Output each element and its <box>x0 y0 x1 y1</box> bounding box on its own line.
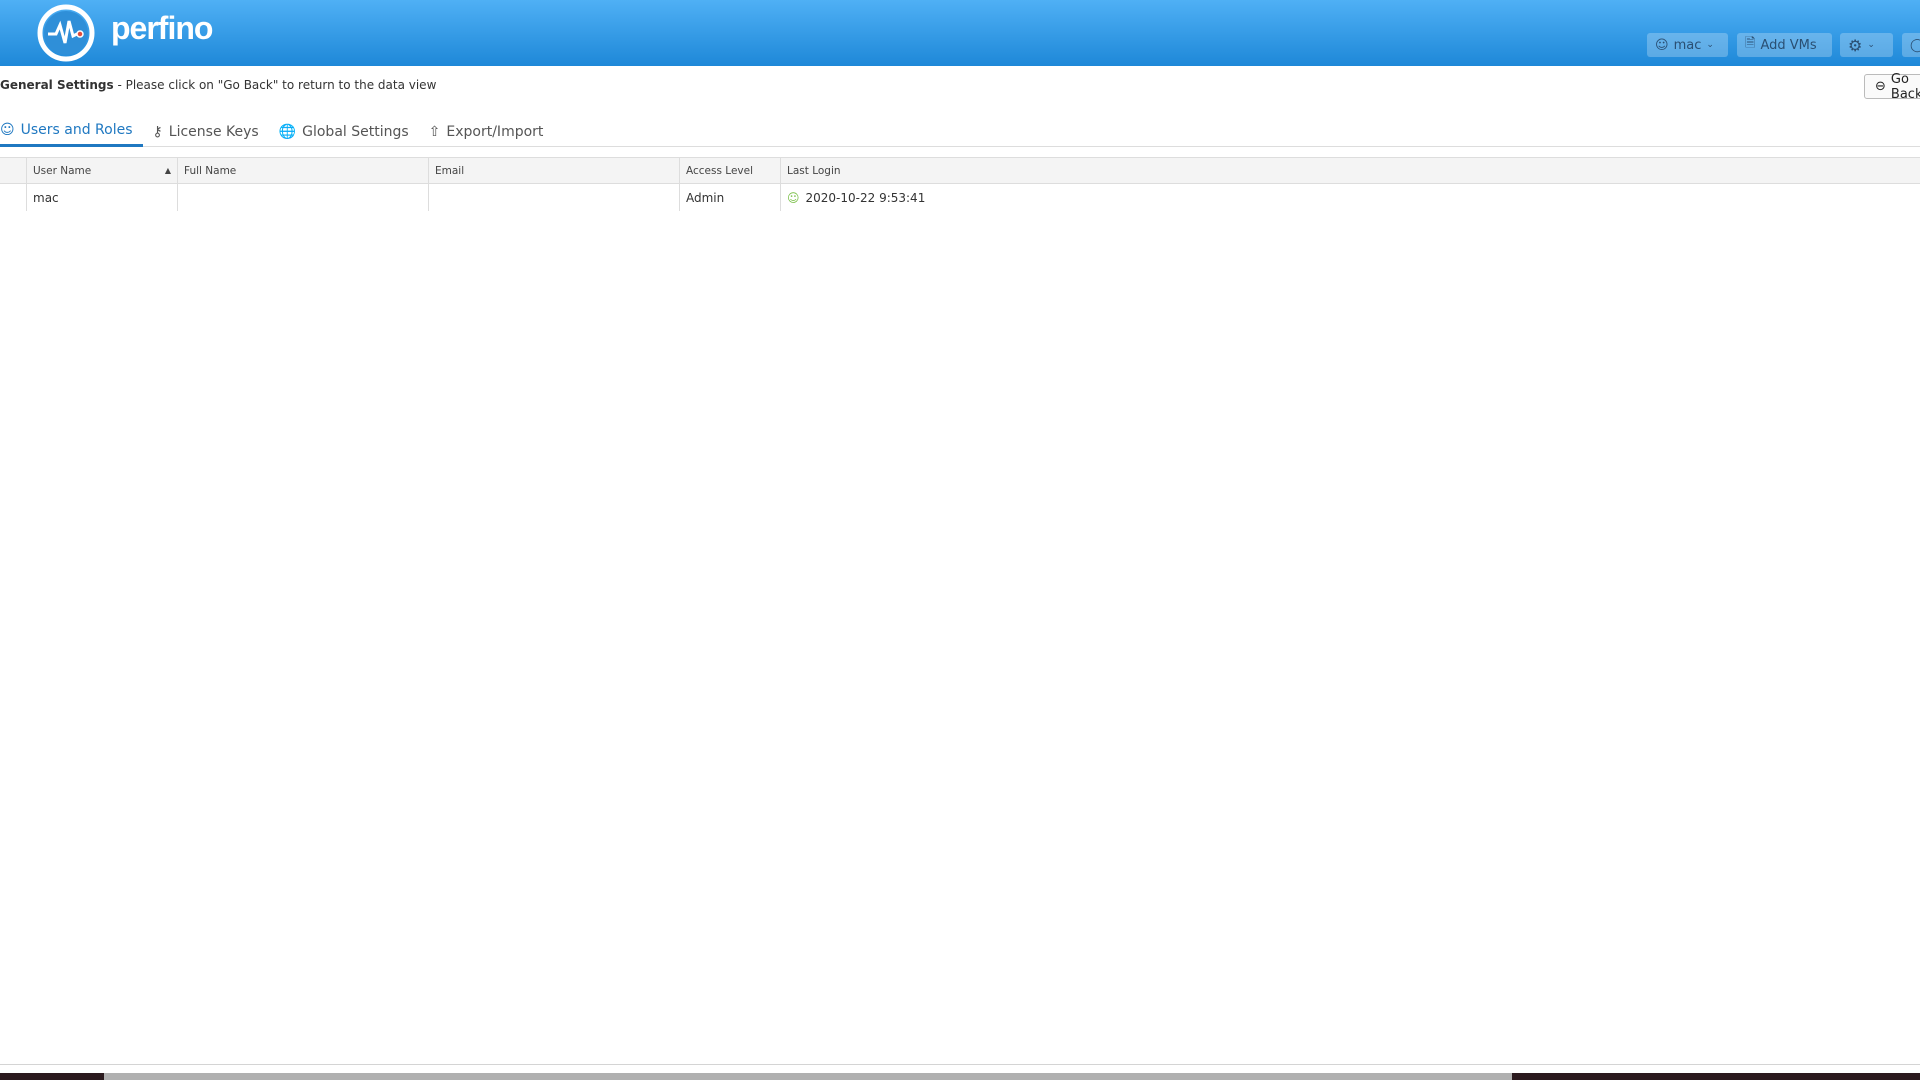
tab-export-import[interactable]: ⇧ Export/Import <box>419 116 554 147</box>
back-arrow-icon: ⊖ <box>1875 79 1886 94</box>
add-vms-button[interactable]: 🗎 Add VMs <box>1737 33 1832 57</box>
cell-email <box>429 184 680 211</box>
column-header-last-login[interactable]: Last Login <box>781 158 1920 183</box>
go-back-label: Go Back <box>1890 71 1920 102</box>
row-selector-header <box>0 158 27 183</box>
tab-license-keys[interactable]: ⚷ License Keys <box>143 116 269 147</box>
help-button[interactable]: ◯ <box>1902 33 1920 57</box>
column-label: User Name <box>33 164 92 177</box>
table-row[interactable]: mac Admin ☺ 2020-10-22 9:53:41 <box>0 184 1920 211</box>
column-header-full-name[interactable]: Full Name <box>178 158 429 183</box>
footer-divider <box>0 1064 1920 1065</box>
cell-full-name <box>178 184 429 211</box>
row-selector[interactable] <box>0 184 27 211</box>
key-icon: ⚷ <box>152 123 163 140</box>
table-header: User Name ▲ Full Name Email Access Level … <box>0 157 1920 184</box>
tab-label: Users and Roles <box>20 122 133 138</box>
settings-menu-button[interactable]: ⚙ ⌄ <box>1840 33 1893 57</box>
export-icon: ⇧ <box>428 123 441 140</box>
sort-ascending-icon: ▲ <box>164 166 171 175</box>
horizontal-scrollbar[interactable] <box>104 1073 1512 1080</box>
instruction-text: - Please click on "Go Back" to return to… <box>113 78 437 92</box>
tab-label: License Keys <box>168 123 259 140</box>
perfino-logo-icon <box>37 4 95 62</box>
user-icon: ☺ <box>0 122 15 138</box>
page-subheader: General Settings - Please click on "Go B… <box>0 78 436 92</box>
top-bar: perfino ☺ mac ⌄ 🗎 Add VMs ⚙ ⌄ ◯ <box>0 0 1920 66</box>
brand-name: perfino <box>111 10 213 46</box>
settings-tabs: ☺ Users and Roles ⚷ License Keys 🌐 Global S… <box>0 116 1920 147</box>
cell-access-level: Admin <box>680 184 781 211</box>
tab-users-and-roles[interactable]: ☺ Users and Roles <box>0 116 143 147</box>
users-table: User Name ▲ Full Name Email Access Level … <box>0 157 1920 211</box>
tab-label: Export/Import <box>446 123 544 140</box>
help-icon: ◯ <box>1910 37 1920 53</box>
column-label: Email <box>435 164 465 177</box>
user-menu-label: mac <box>1673 37 1702 53</box>
column-header-user-name[interactable]: User Name ▲ <box>27 158 178 183</box>
last-login-value: 2020-10-22 9:53:41 <box>805 190 926 205</box>
page-title: General Settings <box>0 78 114 92</box>
column-header-access-level[interactable]: Access Level <box>680 158 781 183</box>
cell-user-name: mac <box>27 184 178 211</box>
column-header-email[interactable]: Email <box>429 158 680 183</box>
chevron-down-icon: ⌄ <box>1867 40 1875 50</box>
add-document-icon: 🗎 <box>1745 36 1756 51</box>
column-label: Access Level <box>686 164 753 177</box>
tab-global-settings[interactable]: 🌐 Global Settings <box>269 116 419 147</box>
user-icon: ☺ <box>1655 37 1669 53</box>
column-label: Last Login <box>787 164 841 177</box>
globe-icon: 🌐 <box>278 123 297 140</box>
gear-icon: ⚙ <box>1848 35 1863 55</box>
go-back-button[interactable]: ⊖ Go Back <box>1864 71 1920 102</box>
user-online-icon: ☺ <box>787 190 800 205</box>
user-menu-button[interactable]: ☺ mac ⌄ <box>1647 33 1728 57</box>
column-label: Full Name <box>184 164 237 177</box>
cell-last-login: ☺ 2020-10-22 9:53:41 <box>781 184 1920 211</box>
tab-label: Global Settings <box>302 123 409 140</box>
add-vms-label: Add VMs <box>1760 37 1817 53</box>
chevron-down-icon: ⌄ <box>1706 40 1714 50</box>
